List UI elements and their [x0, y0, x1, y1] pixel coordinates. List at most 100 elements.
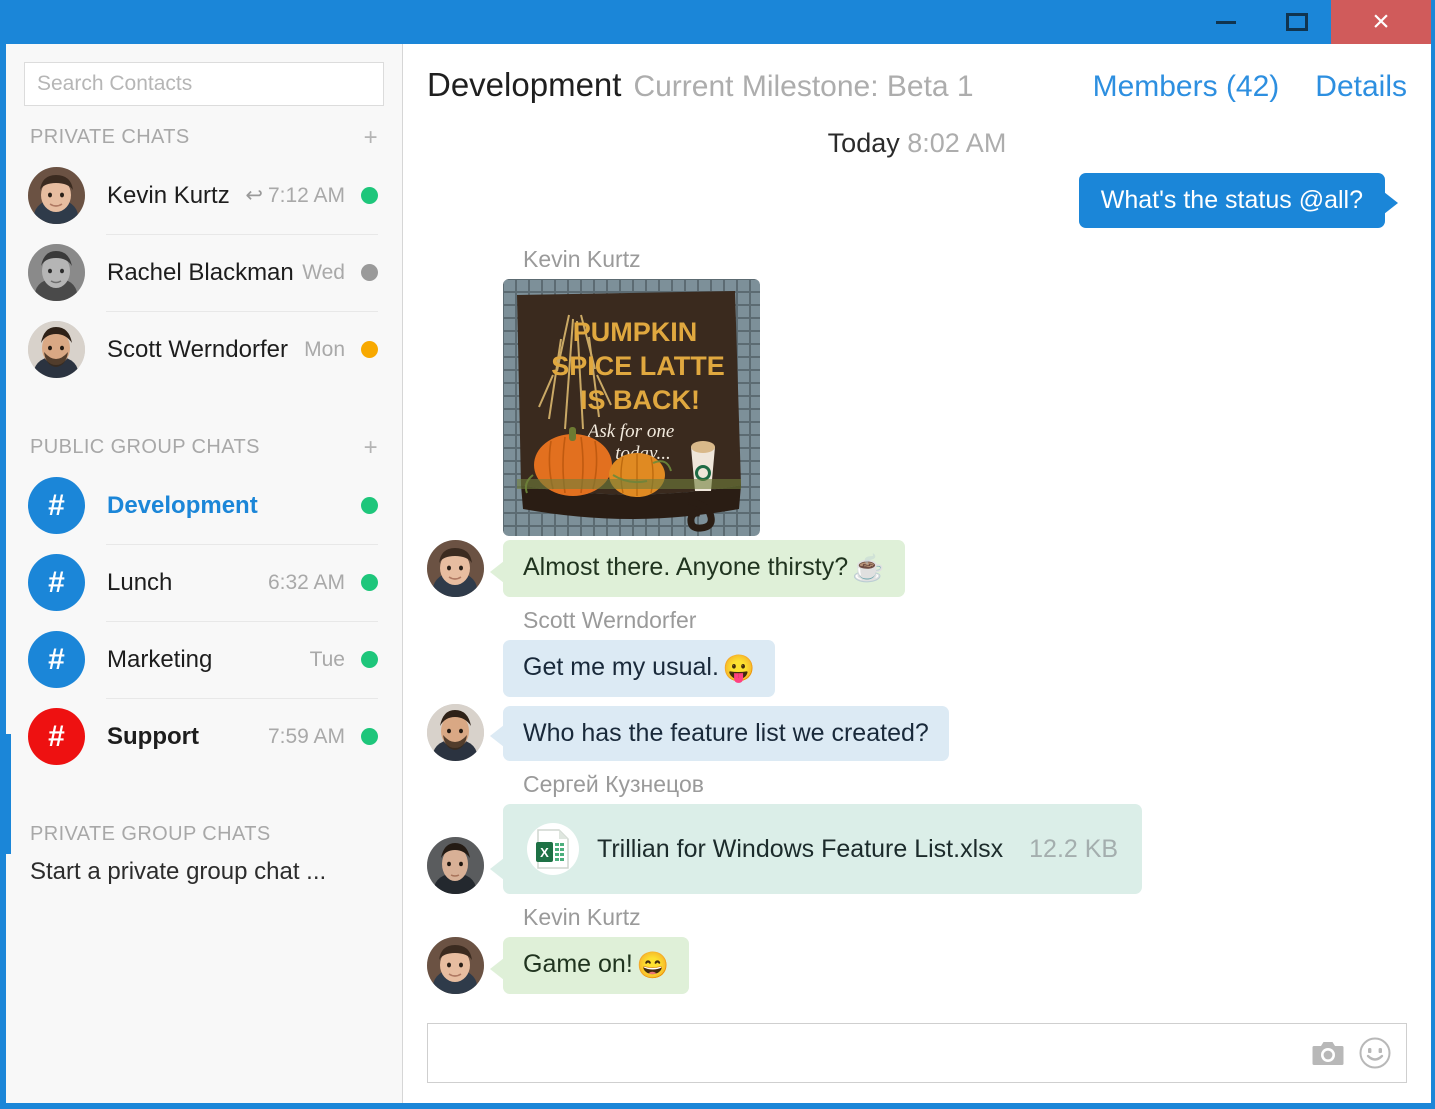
- status-dot-online: [361, 651, 378, 668]
- status-dot-online: [361, 574, 378, 591]
- minimize-button[interactable]: [1189, 0, 1263, 44]
- svg-text:X: X: [540, 845, 549, 860]
- day-time: 8:02 AM: [907, 128, 1006, 158]
- message-text: Get me my usual.: [523, 653, 719, 681]
- section-title: PRIVATE GROUP CHATS: [30, 823, 271, 846]
- message-bubble: What's the status @all?: [1079, 173, 1385, 228]
- section-title: PRIVATE CHATS: [30, 126, 190, 149]
- avatar-scott-werndorfer-image: [427, 704, 484, 761]
- smiley-icon-glyph: [1358, 1036, 1392, 1070]
- avatar-kevin-kurtz-image: [28, 167, 85, 224]
- contact-meta: ↩ 7:12 AM: [245, 183, 345, 208]
- tongue-face-emoji-icon: 😛: [723, 653, 755, 683]
- message-sender: Kevin Kurtz: [523, 904, 1407, 931]
- search-input[interactable]: [24, 62, 384, 106]
- minimize-icon: [1216, 21, 1236, 24]
- status-dot-online: [361, 187, 378, 204]
- svg-text:PUMPKIN: PUMPKIN: [573, 317, 698, 347]
- camera-icon[interactable]: [1312, 1039, 1344, 1067]
- trillian-window: × PRIVATE CHATS +: [0, 0, 1435, 1109]
- contact-time: 7:12 AM: [268, 184, 345, 208]
- message-input[interactable]: [442, 1025, 1298, 1081]
- add-private-chat-icon[interactable]: +: [364, 129, 378, 147]
- message-incoming: Who has the feature list we created?: [427, 704, 1407, 761]
- section-header-private-chats: PRIVATE CHATS +: [6, 106, 402, 157]
- message-incoming: Almost there. Anyone thirsty?☕: [427, 540, 1407, 597]
- excel-file-icon: X: [527, 823, 579, 875]
- hash-icon: #: [28, 631, 85, 688]
- message-incoming-file: X Trillian for Windows Feature L: [427, 804, 1407, 894]
- file-attachment[interactable]: X Trillian for Windows Feature L: [523, 817, 1122, 881]
- sidebar-item-development[interactable]: # Development: [6, 467, 402, 544]
- message-text: Game on!: [523, 950, 633, 978]
- composer-box[interactable]: [427, 1023, 1407, 1083]
- status-dot-away: [361, 341, 378, 358]
- title-bar: ×: [6, 0, 1431, 44]
- group-name: Support: [107, 723, 268, 751]
- chat-topic: Current Milestone: Beta 1: [633, 70, 1056, 104]
- avatar-sergey-kuznetsov-image: [427, 837, 484, 894]
- contact-meta: Wed: [302, 261, 345, 285]
- smiling-face-emoji-icon: 😄: [637, 950, 669, 980]
- avatar: [28, 321, 85, 378]
- section-header-private-group-chats: PRIVATE GROUP CHATS: [6, 803, 402, 854]
- status-dot-offline: [361, 264, 378, 281]
- message-incoming: Game on!😄: [427, 937, 1407, 994]
- start-private-group-chat-link[interactable]: Start a private group chat ...: [6, 854, 402, 886]
- hash-icon: #: [28, 554, 85, 611]
- contact-time: Wed: [302, 261, 345, 285]
- spacer: [6, 388, 402, 416]
- group-meta: 6:32 AM: [268, 571, 345, 595]
- sidebar-item-support[interactable]: # Support 7:59 AM: [6, 698, 402, 775]
- group-name: Lunch: [107, 569, 268, 597]
- hash-icon: #: [28, 708, 85, 765]
- message-sender: Kevin Kurtz: [523, 246, 1407, 273]
- svg-text:IS BACK!: IS BACK!: [580, 385, 700, 415]
- avatar-rachel-blackman-image: [28, 244, 85, 301]
- status-dot-online: [361, 728, 378, 745]
- details-link[interactable]: Details: [1315, 70, 1407, 104]
- excel-icon-glyph: X: [534, 828, 572, 870]
- avatar-scott-werndorfer-image: [28, 321, 85, 378]
- chat-title: Development: [427, 66, 621, 104]
- maximize-button[interactable]: [1263, 0, 1331, 44]
- file-size: 12.2 KB: [1029, 835, 1118, 864]
- avatar-kevin-kurtz-image: [427, 937, 484, 994]
- message-bubble: Get me my usual.😛: [503, 640, 775, 697]
- avatar: [427, 837, 484, 894]
- avatar: [427, 704, 484, 761]
- message-incoming: Get me my usual.😛: [427, 640, 1407, 697]
- group-name: Marketing: [107, 646, 310, 674]
- contact-time: Mon: [304, 338, 345, 362]
- close-button[interactable]: ×: [1331, 0, 1431, 44]
- message-image[interactable]: PUMPKIN SPICE LATTE IS BACK! Ask for one…: [503, 279, 1407, 536]
- avatar: [427, 540, 484, 597]
- message-list: Today 8:02 AM What's the status @all? Ke…: [403, 120, 1431, 1015]
- contacts-sidebar: PRIVATE CHATS + Kevin Kurtz: [6, 44, 403, 1103]
- chat-panel: Development Current Milestone: Beta 1 Me…: [403, 44, 1431, 1103]
- day-label: Today: [828, 128, 900, 158]
- message-bubble[interactable]: X Trillian for Windows Feature L: [503, 804, 1142, 894]
- add-group-chat-icon[interactable]: +: [364, 439, 378, 457]
- sidebar-item-rachel-blackman[interactable]: Rachel Blackman Wed: [6, 234, 402, 311]
- avatar-kevin-kurtz-image: [427, 540, 484, 597]
- contact-name: Scott Werndorfer: [107, 336, 304, 364]
- members-link[interactable]: Members (42): [1093, 70, 1280, 104]
- emoji-icon[interactable]: [1358, 1036, 1392, 1070]
- section-title: PUBLIC GROUP CHATS: [30, 436, 260, 459]
- svg-text:Ask for one: Ask for one: [586, 421, 675, 442]
- sidebar-item-marketing[interactable]: # Marketing Tue: [6, 621, 402, 698]
- message-text: Almost there. Anyone thirsty?: [523, 553, 848, 581]
- hash-icon: #: [28, 477, 85, 534]
- sidebar-item-lunch[interactable]: # Lunch 6:32 AM: [6, 544, 402, 621]
- reply-arrow-icon: ↩: [245, 183, 263, 208]
- sidebar-item-kevin-kurtz[interactable]: Kevin Kurtz ↩ 7:12 AM: [6, 157, 402, 234]
- camera-icon-glyph: [1312, 1039, 1344, 1067]
- message-bubble: Who has the feature list we created?: [503, 706, 949, 761]
- sidebar-item-scott-werndorfer[interactable]: Scott Werndorfer Mon: [6, 311, 402, 388]
- avatar: [28, 167, 85, 224]
- main-split: PRIVATE CHATS + Kevin Kurtz: [6, 44, 1431, 1103]
- group-meta: Tue: [310, 648, 345, 672]
- message-outgoing: What's the status @all?: [427, 173, 1407, 228]
- section-header-public-group-chats: PUBLIC GROUP CHATS +: [6, 416, 402, 467]
